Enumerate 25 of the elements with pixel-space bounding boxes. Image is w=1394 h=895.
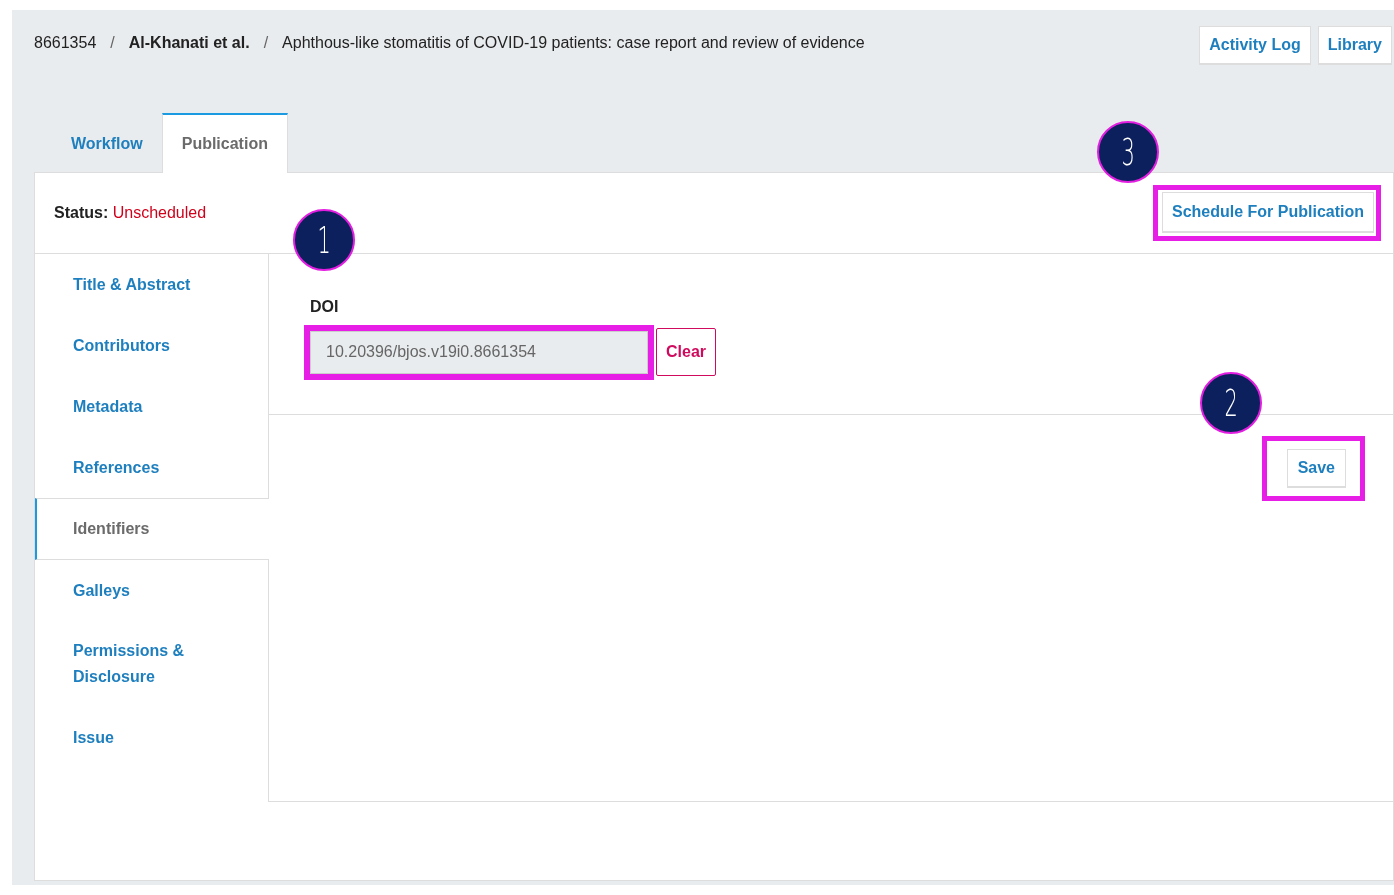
sidebar-item[interactable]: Metadata — [35, 376, 269, 437]
clear-button[interactable]: Clear — [656, 328, 717, 376]
sidebar-item[interactable]: Issue — [35, 707, 269, 768]
header-button[interactable]: Activity Log — [1199, 26, 1311, 65]
sidebar-item[interactable]: References — [35, 437, 269, 498]
header-button[interactable]: Library — [1317, 26, 1392, 65]
doi-label: DOI — [310, 298, 339, 316]
author-names: Al-Khanati et al. — [128, 34, 250, 52]
callout-number: 2 — [1199, 372, 1262, 434]
tab[interactable]: Workflow — [52, 113, 162, 173]
sidebar-item[interactable]: Galleys — [35, 560, 269, 621]
save-button[interactable]: Save — [1286, 449, 1346, 488]
tab[interactable]: Publication — [161, 113, 288, 173]
callout-number: 1 — [293, 208, 355, 271]
status-text: Status: Unscheduled — [54, 204, 207, 222]
sidebar-item[interactable]: Identifiers — [35, 498, 269, 560]
sidebar-item[interactable]: Contributors — [35, 315, 269, 376]
breadcrumb-separator: / — [263, 34, 269, 52]
sidebar-item[interactable]: Title & Abstract — [35, 254, 269, 315]
submission-id: 8661354 — [34, 34, 97, 52]
submission-title: Aphthous-like stomatitis of COVID-19 patients: case report and review of evidence — [282, 34, 865, 52]
sidebar-item[interactable]: Permissions & Disclosure — [35, 621, 269, 707]
breadcrumb-separator: / — [110, 34, 115, 52]
callout-number: 3 — [1096, 121, 1159, 183]
schedule-button[interactable]: Schedule For Publication — [1161, 192, 1374, 233]
